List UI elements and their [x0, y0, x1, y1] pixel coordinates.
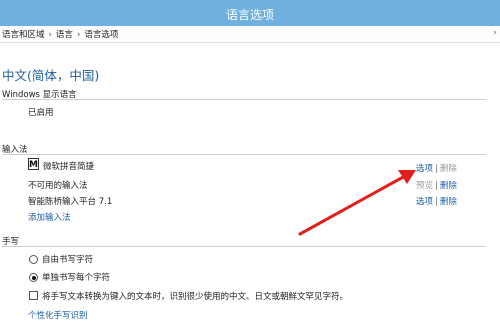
red-arrow-icon: [298, 170, 416, 236]
